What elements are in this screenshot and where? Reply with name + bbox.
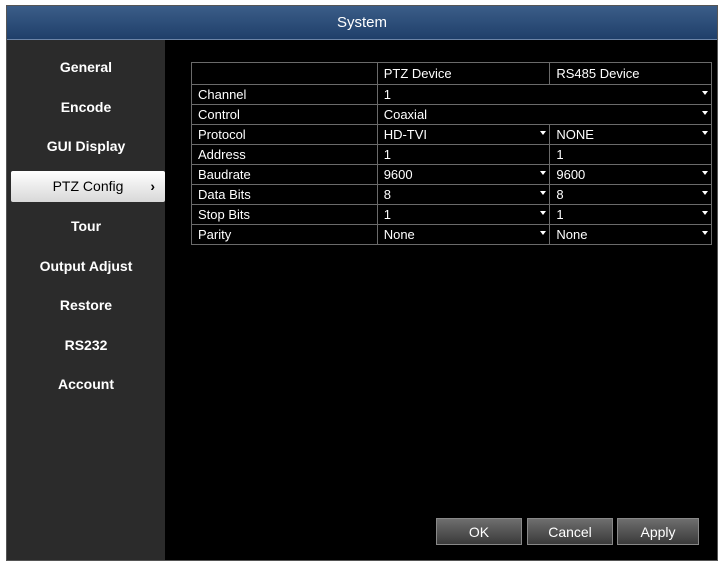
table-row: Channel 1	[191, 84, 713, 105]
ptz-stop-bits-value: 1	[383, 207, 391, 222]
rs485-address-field[interactable]: 1	[549, 144, 712, 165]
ptz-data-bits-select[interactable]: 8	[376, 184, 551, 205]
rs485-parity-value: None	[556, 227, 588, 242]
table-row: Stop Bits 1 1	[191, 204, 712, 225]
system-window: System General Encode GUI Display PTZ Co…	[6, 5, 718, 561]
sidebar-item-encode[interactable]: Encode	[7, 88, 165, 126]
control-value: Coaxial	[383, 107, 428, 122]
row-label-parity: Parity	[191, 224, 378, 245]
sidebar-item-label: Restore	[59, 297, 113, 313]
caret-down-icon	[540, 231, 547, 235]
sidebar-item-label: GUI Display	[46, 138, 126, 154]
rs485-parity-select[interactable]: None	[549, 224, 712, 245]
apply-button[interactable]: Apply	[617, 518, 699, 545]
ptz-parity-value: None	[383, 227, 415, 242]
caret-down-icon	[540, 131, 547, 135]
caret-down-icon	[702, 111, 708, 115]
table-header-ptz-device: PTZ Device	[376, 62, 551, 85]
sidebar-item-label: PTZ Config	[52, 178, 124, 194]
caret-down-icon	[702, 211, 708, 215]
table-row: Protocol HD-TVI NONE	[191, 124, 712, 145]
row-label-stop-bits: Stop Bits	[191, 204, 378, 225]
table-header-rs485-device: RS485 Device	[549, 62, 712, 85]
table-header-row: PTZ Device RS485 Device	[191, 62, 712, 85]
sidebar-item-label: RS232	[64, 337, 108, 353]
table-row: Baudrate 9600 9600	[191, 164, 712, 185]
sidebar-item-rs232[interactable]: RS232	[7, 326, 165, 364]
caret-down-icon	[702, 191, 708, 195]
ptz-baudrate-value: 9600	[383, 167, 413, 182]
row-label-protocol: Protocol	[191, 124, 378, 145]
row-label-control: Control	[191, 104, 378, 125]
caret-down-icon	[702, 131, 708, 135]
sidebar-item-restore[interactable]: Restore	[7, 286, 165, 324]
sidebar-item-label: Tour	[70, 218, 102, 234]
table-row: Address 1 1	[191, 144, 712, 165]
sidebar-item-label: Encode	[60, 99, 112, 115]
ptz-protocol-value: HD-TVI	[383, 127, 428, 142]
ptz-address-field[interactable]: 1	[376, 144, 551, 165]
row-label-data-bits: Data Bits	[191, 184, 378, 205]
control-select[interactable]: Coaxial	[376, 104, 713, 125]
table-row: Control Coaxial	[191, 104, 713, 125]
caret-down-icon	[702, 171, 708, 175]
rs485-protocol-value: NONE	[556, 127, 594, 142]
row-label-channel: Channel	[191, 84, 378, 105]
sidebar-item-ptz-config[interactable]: PTZ Config ›	[11, 171, 165, 202]
window-title: System	[7, 6, 717, 40]
rs485-stop-bits-value: 1	[556, 207, 564, 222]
rs485-data-bits-value: 8	[556, 187, 564, 202]
ptz-data-bits-value: 8	[383, 187, 391, 202]
channel-value: 1	[383, 87, 391, 102]
table-row: Parity None None	[191, 224, 712, 245]
cancel-button[interactable]: Cancel	[527, 518, 613, 545]
rs485-data-bits-select[interactable]: 8	[549, 184, 712, 205]
sidebar: General Encode GUI Display PTZ Config › …	[7, 40, 165, 560]
rs485-protocol-select[interactable]: NONE	[549, 124, 712, 145]
caret-down-icon	[540, 211, 547, 215]
sidebar-item-label: General	[59, 59, 113, 75]
ok-button[interactable]: OK	[436, 518, 522, 545]
sidebar-item-tour[interactable]: Tour	[7, 207, 165, 245]
rs485-baudrate-select[interactable]: 9600	[549, 164, 712, 185]
channel-select[interactable]: 1	[376, 84, 713, 105]
caret-down-icon	[702, 231, 708, 235]
ptz-protocol-select[interactable]: HD-TVI	[376, 124, 551, 145]
caret-down-icon	[702, 91, 708, 95]
table-row: Data Bits 8 8	[191, 184, 712, 205]
ptz-stop-bits-select[interactable]: 1	[376, 204, 551, 225]
sidebar-item-account[interactable]: Account	[7, 365, 165, 403]
ptz-config-table: PTZ Device RS485 Device Channel 1 Contro…	[191, 62, 713, 245]
rs485-baudrate-value: 9600	[556, 167, 586, 182]
sidebar-item-gui-display[interactable]: GUI Display	[7, 127, 165, 165]
sidebar-item-output-adjust[interactable]: Output Adjust	[7, 247, 165, 285]
ptz-baudrate-select[interactable]: 9600	[376, 164, 551, 185]
caret-down-icon	[540, 191, 547, 195]
row-label-baudrate: Baudrate	[191, 164, 378, 185]
row-label-address: Address	[191, 144, 378, 165]
table-header-blank	[191, 62, 378, 85]
caret-down-icon	[540, 171, 547, 175]
sidebar-item-label: Output Adjust	[39, 258, 133, 274]
rs485-stop-bits-select[interactable]: 1	[549, 204, 712, 225]
ptz-parity-select[interactable]: None	[376, 224, 551, 245]
sidebar-item-label: Account	[58, 376, 114, 392]
chevron-right-icon: ›	[150, 178, 155, 194]
sidebar-item-general[interactable]: General	[7, 48, 165, 86]
